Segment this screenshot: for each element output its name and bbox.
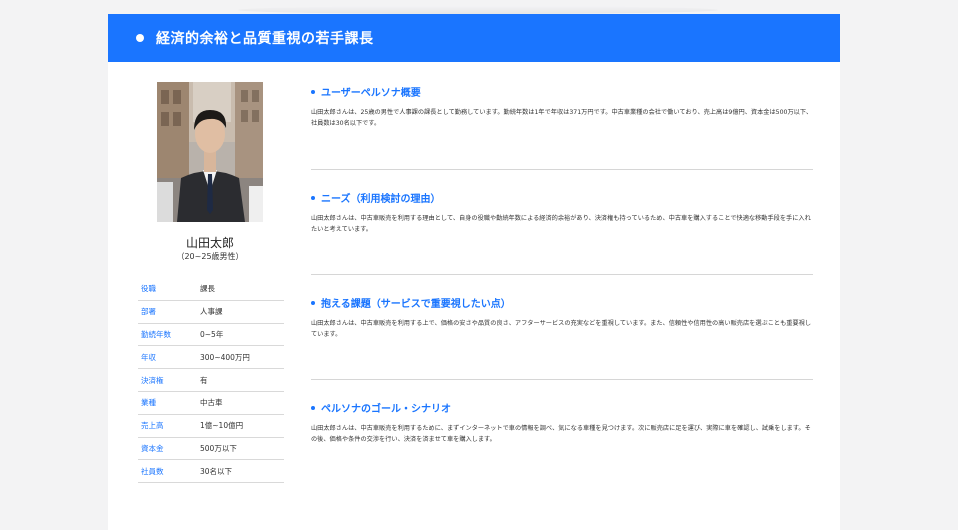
attribute-value: 500万以下 (200, 443, 237, 453)
profile-name: 山田太郎 (185, 236, 234, 250)
attribute-value: 0~5年 (200, 329, 224, 339)
persona-card: 経済的余裕と品質重視の若手課長 山田太郎 （20~25歳男性） 役職 課長 部署… (108, 14, 840, 530)
section-title: ユーザーペルソナ概要 (311, 84, 813, 99)
section-title: ニーズ（利用検討の理由） (311, 190, 813, 205)
attribute-label: 決済権 (141, 375, 164, 385)
attribute-row: 勤続年数 0~5年 (138, 324, 284, 347)
attribute-row: 決済権 有 (138, 369, 284, 392)
section-persona-overview: ユーザーペルソナ概要 山田太郎さんは、25歳の男性で人事課の課長として勤務してい… (311, 84, 813, 129)
header-bar: 経済的余裕と品質重視の若手課長 (108, 14, 840, 62)
attribute-row: 年収 300~400万円 (138, 346, 284, 370)
attribute-label: 部署 (141, 307, 156, 317)
attribute-label: 年収 (141, 352, 156, 362)
section-title-text: ユーザーペルソナ概要 (321, 88, 421, 99)
attribute-value: 中古車 (200, 398, 223, 408)
attribute-value: 人事課 (200, 307, 223, 317)
bullet-icon (311, 405, 315, 410)
section-needs: ニーズ（利用検討の理由） 山田太郎さんは、中古車販売を利用する理由として、自身の… (311, 190, 813, 235)
person-photo-image (157, 82, 263, 222)
attribute-table: 役職 課長 部署 人事課 勤続年数 0~5年 年収 300~400万円 決済権 … (138, 278, 284, 484)
section-text: 山田太郎さんは、中古車販売を利用するために、まずインターネットで車の情報を調べ、… (311, 425, 811, 443)
section-title: ペルソナのゴール・シナリオ (311, 400, 813, 415)
attribute-label: 勤続年数 (141, 329, 171, 339)
attribute-label: 業種 (141, 398, 156, 408)
section-text: 山田太郎さんは、中古車販売を利用する理由として、自身の役職や勤続年数による経済的… (311, 215, 811, 233)
attribute-label: 役職 (141, 284, 156, 294)
profile-age: （20~25歳男性） (176, 252, 244, 261)
profile-photo (157, 82, 263, 222)
section-title: 抱える課題（サービスで重要視したい点） (311, 295, 813, 310)
divider (311, 379, 813, 380)
attribute-value: 300~400万円 (200, 352, 250, 362)
divider (311, 274, 813, 275)
attribute-value: 有 (200, 375, 208, 385)
attribute-value: 課長 (200, 284, 215, 294)
section-challenges: 抱える課題（サービスで重要視したい点） 山田太郎さんは、中古車販売を利用する上で… (311, 295, 813, 340)
bullet-icon (311, 89, 315, 94)
section-goal-scenario: ペルソナのゴール・シナリオ 山田太郎さんは、中古車販売を利用するために、まずイン… (311, 400, 813, 445)
attribute-label: 売上高 (141, 421, 164, 431)
attribute-row: 売上高 1億~10億円 (138, 415, 284, 438)
section-text: 山田太郎さんは、25歳の男性で人事課の課長として勤務しています。勤続年数は1年で… (311, 109, 813, 127)
section-title-text: ニーズ（利用検討の理由） (321, 194, 441, 205)
divider (311, 169, 813, 170)
attribute-label: 社員数 (141, 466, 164, 476)
attribute-value: 30名以下 (200, 466, 233, 476)
attribute-row: 部署 人事課 (138, 301, 284, 324)
top-shadow (238, 6, 718, 14)
attribute-row: 資本金 500万以下 (138, 438, 284, 461)
attribute-label: 資本金 (141, 443, 164, 453)
section-text: 山田太郎さんは、中古車販売を利用する上で、価格の安さや品質の良さ、アフターサービ… (311, 320, 812, 338)
bullet-icon (311, 300, 315, 305)
attribute-row: 業種 中古車 (138, 392, 284, 415)
page-title: 経済的余裕と品質重視の若手課長 (156, 31, 374, 47)
attribute-row: 社員数 30名以下 (138, 460, 284, 484)
bullet-icon (311, 195, 315, 200)
attribute-row: 役職 課長 (138, 278, 284, 301)
section-title-text: 抱える課題（サービスで重要視したい点） (321, 299, 511, 310)
header-bullet-icon (136, 34, 144, 42)
section-title-text: ペルソナのゴール・シナリオ (321, 404, 451, 415)
attribute-value: 1億~10億円 (200, 421, 244, 431)
